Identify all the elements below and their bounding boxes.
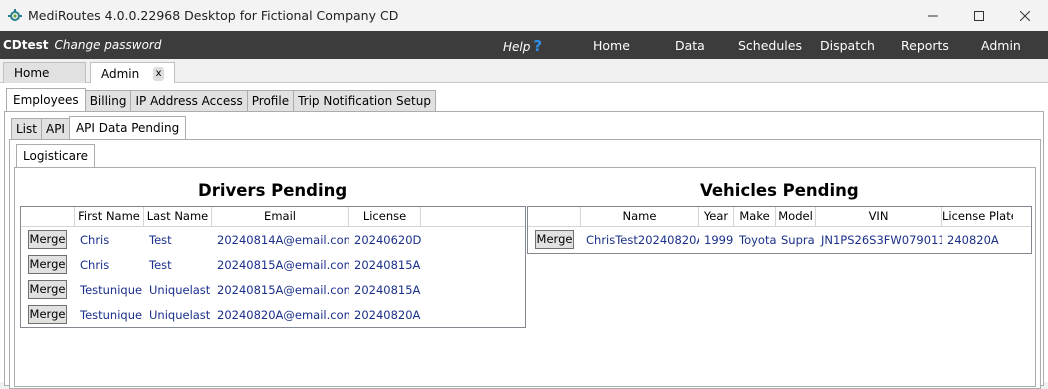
merge-button[interactable]: Merge [28, 230, 67, 249]
col-license[interactable]: License [349, 207, 421, 226]
col-vin[interactable]: VIN [816, 207, 942, 226]
cell-license: 20240815A [354, 257, 421, 272]
col-action [528, 207, 581, 226]
change-password-link[interactable]: Change password [55, 38, 162, 52]
app-logo-icon [8, 8, 22, 23]
cell-first-name: Chris [80, 232, 110, 247]
nav-dispatch[interactable]: Dispatch [820, 38, 875, 53]
nav-admin[interactable]: Admin [981, 38, 1021, 53]
document-tabs: Home Admin x [0, 59, 1048, 84]
col-model[interactable]: Model [776, 207, 816, 226]
cell-year: 1999 [704, 232, 734, 247]
tab-profile[interactable]: Profile [246, 90, 295, 112]
maximize-icon [974, 10, 984, 21]
help-link[interactable]: Help? [503, 37, 542, 55]
cell-last-name: Uniquelast [149, 282, 211, 297]
cell-email: 20240814A@email.com [217, 232, 349, 247]
nav-data[interactable]: Data [675, 38, 705, 53]
col-action [21, 207, 75, 226]
tab-trip-notification-setup[interactable]: Trip Notification Setup [293, 90, 436, 112]
table-row[interactable]: Merge ChrisTest20240820A 1999 Toyota Sup… [528, 227, 1031, 252]
admin-tabs: Employees Billing IP Address Access Prof… [6, 88, 436, 112]
tab-api-data-pending[interactable]: API Data Pending [68, 116, 187, 140]
vehicles-header-row: Name Year Make Model VIN License Plate [528, 207, 1031, 227]
close-tab-icon[interactable]: x [153, 66, 164, 81]
employee-tabs: List API API Data Pending [11, 116, 187, 140]
tab-admin-label: Admin [101, 66, 140, 81]
employees-panel: List API API Data Pending Logisticare Dr… [4, 111, 1044, 389]
table-row[interactable]: Merge Chris Test 20240814A@email.com 202… [21, 227, 525, 252]
merge-button[interactable]: Merge [28, 280, 67, 299]
tab-home[interactable]: Home [3, 62, 86, 83]
tab-employees[interactable]: Employees [6, 88, 86, 112]
tab-billing[interactable]: Billing [84, 90, 132, 112]
cell-last-name: Test [149, 232, 172, 247]
drivers-header-row: First Name Last Name Email License [21, 207, 525, 227]
help-label: Help [503, 40, 531, 54]
cell-email: 20240820A@email.com [217, 307, 349, 322]
help-icon: ? [533, 37, 543, 55]
tab-admin[interactable]: Admin x [90, 62, 175, 84]
nav-reports[interactable]: Reports [901, 38, 949, 53]
window-titlebar: MediRoutes 4.0.0.22968 Desktop for Ficti… [0, 0, 1048, 31]
maximize-button[interactable] [956, 0, 1002, 31]
window-title: MediRoutes 4.0.0.22968 Desktop for Ficti… [28, 8, 399, 23]
vehicles-grid: Name Year Make Model VIN License Plate M… [527, 206, 1032, 254]
close-window-button[interactable] [1002, 0, 1048, 31]
drivers-grid: First Name Last Name Email License Merge… [20, 206, 526, 328]
col-name[interactable]: Name [581, 207, 699, 226]
cell-first-name: Testunique [80, 282, 143, 297]
tab-logisticare[interactable]: Logisticare [16, 144, 96, 168]
cell-make: Toyota [739, 232, 776, 247]
cell-vin: JN1PS26S3FW079011 [821, 232, 942, 247]
main-menubar: CDtest Change password Help? Home Data S… [0, 31, 1048, 59]
cell-email: 20240815A@email.com [217, 282, 349, 297]
cell-email: 20240815A@email.com [217, 257, 349, 272]
logisticare-panel: Drivers Pending First Name Last Name Ema… [14, 167, 1036, 387]
tab-list[interactable]: List [11, 118, 42, 140]
cell-model: Supra [781, 232, 815, 247]
tab-ip-address-access[interactable]: IP Address Access [130, 90, 248, 112]
col-first-name[interactable]: First Name [75, 207, 144, 226]
cell-name: ChrisTest20240820A [586, 232, 699, 247]
table-row[interactable]: Merge Chris Test 20240815A@email.com 202… [21, 252, 525, 277]
col-email[interactable]: Email [212, 207, 349, 226]
cell-license-plate: 240820A [947, 232, 999, 247]
nav-schedules[interactable]: Schedules [738, 38, 802, 53]
merge-button[interactable]: Merge [28, 255, 67, 274]
cell-first-name: Testunique [80, 307, 143, 322]
col-make[interactable]: Make [734, 207, 776, 226]
api-data-pending-panel: Logisticare Drivers Pending First Name L… [9, 139, 1041, 389]
tab-api[interactable]: API [40, 118, 70, 140]
table-row[interactable]: Merge Testunique Uniquelast 20240815A@em… [21, 277, 525, 302]
minimize-button[interactable] [910, 0, 956, 31]
cell-license: 20240620D [354, 232, 421, 247]
col-year[interactable]: Year [699, 207, 734, 226]
col-license-plate[interactable]: License Plate [942, 207, 1013, 226]
nav-home[interactable]: Home [593, 38, 630, 53]
current-user: CDtest [3, 38, 49, 52]
cell-license: 20240815A [354, 282, 421, 297]
vehicles-pending-title: Vehicles Pending [700, 181, 859, 200]
cell-last-name: Uniquelast [149, 307, 211, 322]
cell-license: 20240820A [354, 307, 421, 322]
table-row[interactable]: Merge Testunique Uniquelast 20240820A@em… [21, 302, 525, 327]
drivers-pending-title: Drivers Pending [198, 181, 348, 200]
merge-button[interactable]: Merge [28, 305, 67, 324]
close-icon [1020, 10, 1030, 21]
cell-last-name: Test [149, 257, 172, 272]
provider-tabs: Logisticare [16, 144, 96, 168]
merge-button[interactable]: Merge [535, 230, 574, 249]
admin-content: Employees Billing IP Address Access Prof… [0, 83, 1048, 389]
tab-home-label: Home [14, 66, 50, 80]
col-last-name[interactable]: Last Name [144, 207, 212, 226]
cell-first-name: Chris [80, 257, 110, 272]
minimize-icon [928, 15, 938, 16]
